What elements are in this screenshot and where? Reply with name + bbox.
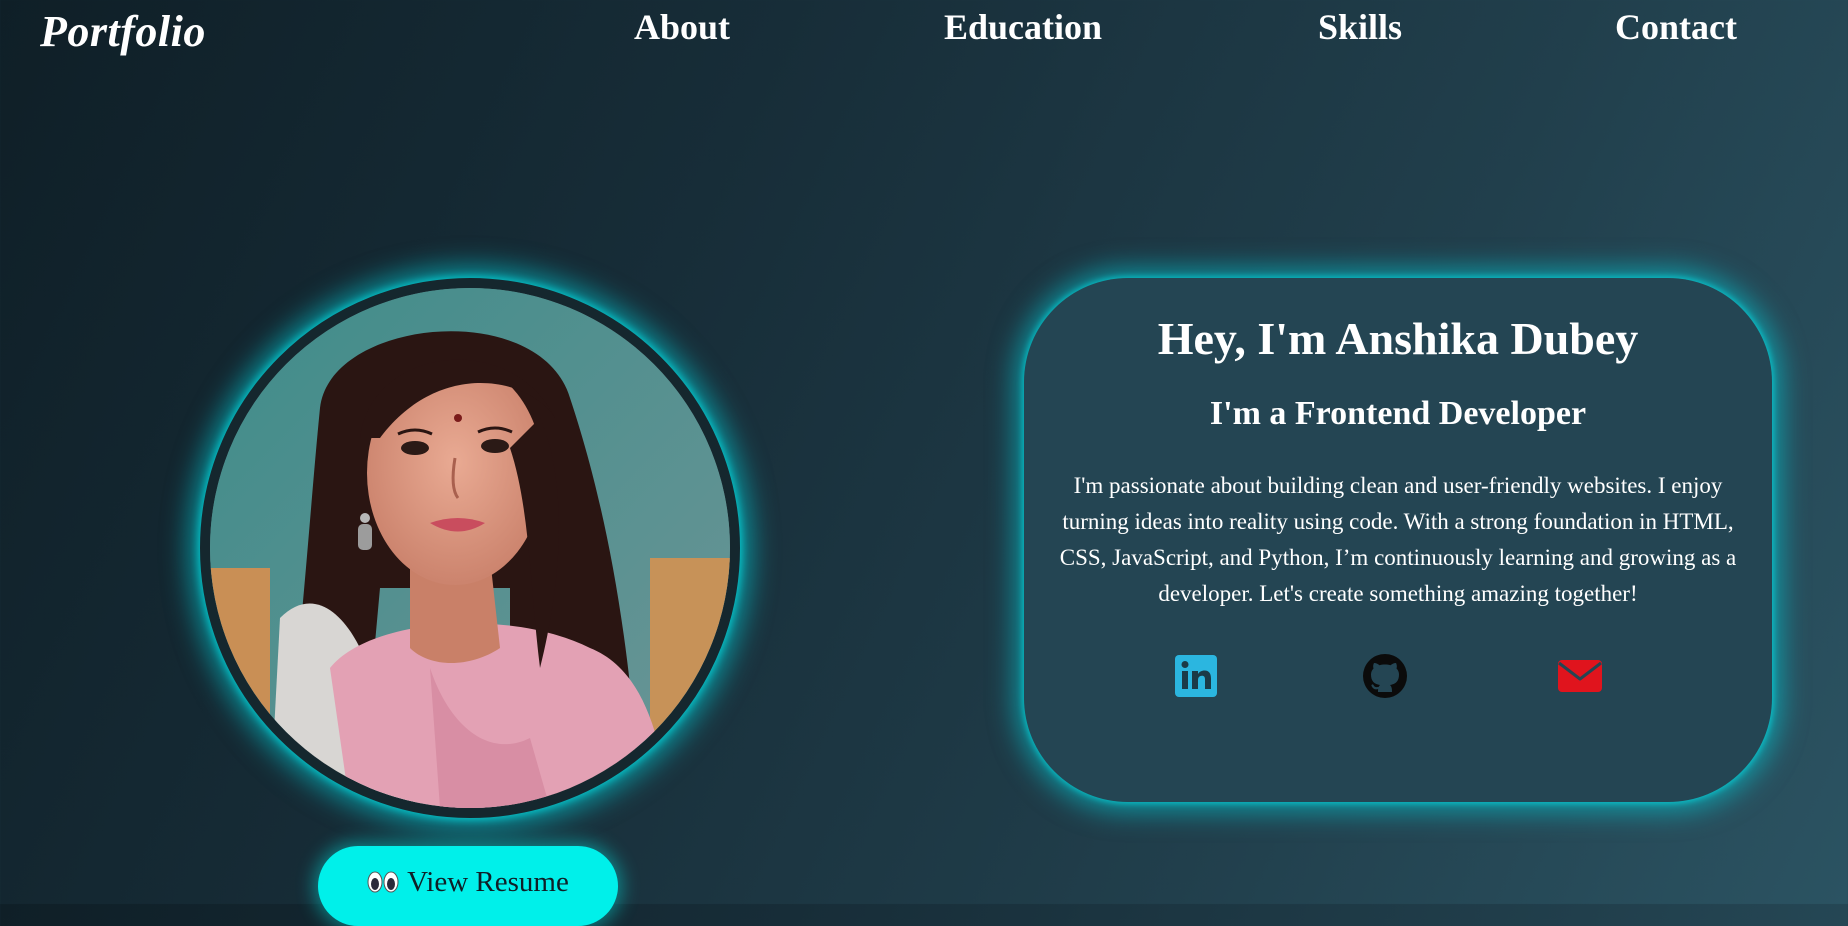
nav-education[interactable]: Education xyxy=(944,6,1102,49)
profile-photo-illustration xyxy=(210,288,730,808)
view-resume-button[interactable]: View Resume xyxy=(318,846,618,926)
nav-contact[interactable]: Contact xyxy=(1615,6,1737,49)
view-resume-label: View Resume xyxy=(407,866,569,898)
linkedin-icon[interactable] xyxy=(1172,652,1220,700)
eyes-icon xyxy=(367,866,399,898)
top-navbar: Portfolio About Education Skills Contact xyxy=(0,0,1848,60)
github-icon[interactable] xyxy=(1361,652,1409,700)
intro-title: Hey, I'm Anshika Dubey xyxy=(1157,313,1639,364)
nav-skills[interactable]: Skills xyxy=(1318,6,1402,49)
profile-photo xyxy=(200,278,740,818)
logo[interactable]: Portfolio xyxy=(40,6,206,59)
intro-description: I'm passionate about building clean and … xyxy=(1059,473,1737,606)
intro-subtitle: I'm a Frontend Developer xyxy=(1209,395,1587,432)
intro-card: Hey, I'm Anshika Dubey I'm a Frontend De… xyxy=(1024,278,1772,802)
nav-about[interactable]: About xyxy=(634,6,730,49)
mail-icon[interactable] xyxy=(1556,652,1604,700)
